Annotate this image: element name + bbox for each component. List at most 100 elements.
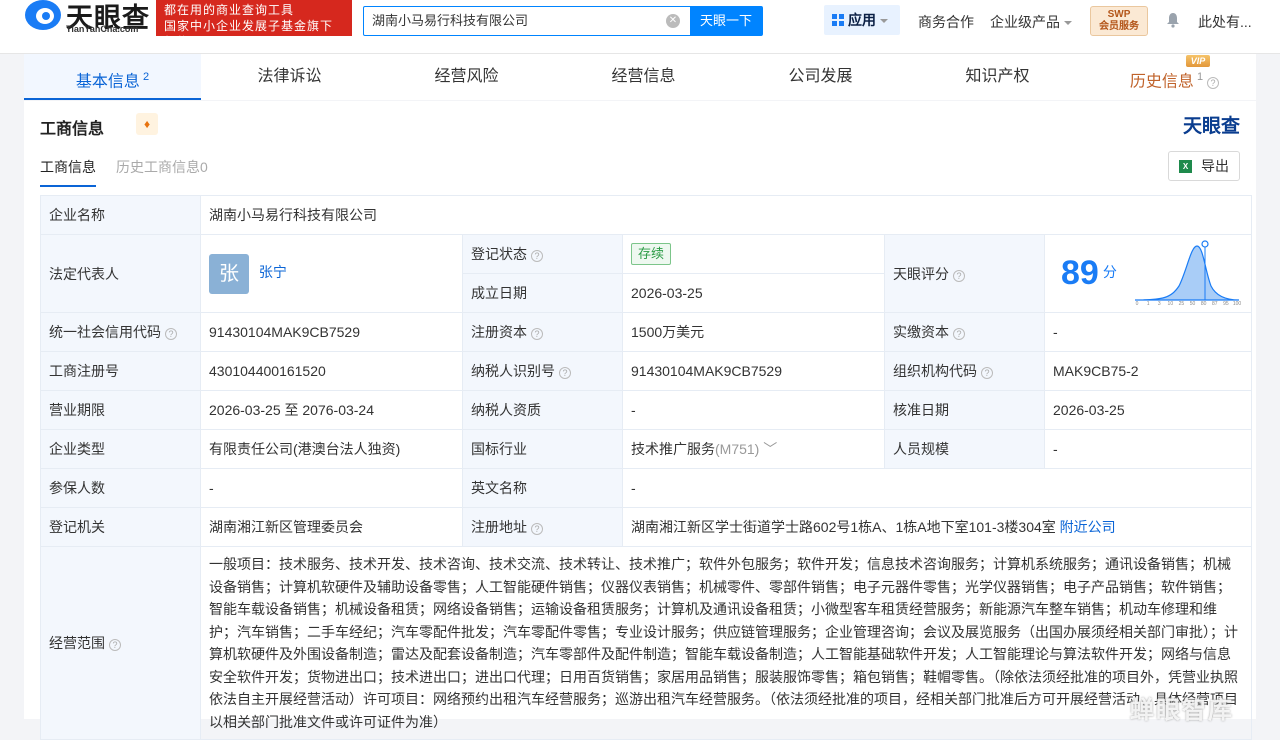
score-marker-dot: [1201, 240, 1209, 248]
chart-tick-label: 80: [1201, 301, 1207, 306]
label-approve-date: 核准日期: [884, 390, 1045, 430]
export-button[interactable]: X 导出: [1168, 151, 1240, 181]
nearby-companies-link[interactable]: 附近公司: [1060, 519, 1116, 535]
credit-code: 91430104MAK9CB7529: [200, 312, 463, 352]
chevron-down-icon: [1064, 21, 1072, 25]
slogan-line-1: 都在用的商业查询工具: [164, 3, 295, 17]
label-text: 登记状态: [471, 246, 527, 262]
industry-cell[interactable]: 技术推广服务(M751) ﹀: [622, 429, 885, 469]
tab-basic-info[interactable]: 基本信息 2: [24, 54, 201, 100]
staff: -: [1044, 429, 1252, 469]
label-company-type: 企业类型: [40, 429, 201, 469]
subtab-history-business-info[interactable]: 历史工商信息0: [116, 157, 208, 177]
avatar: 张: [209, 253, 249, 294]
help-icon[interactable]: ?: [981, 367, 993, 379]
chevron-down-icon[interactable]: ﹀: [763, 441, 777, 457]
business-info-table: 企业名称 湖南小马易行科技有限公司 法定代表人 张 张宁 登记状态? 存续 天眼…: [40, 195, 1252, 740]
tab-legal[interactable]: 法律诉讼: [201, 54, 378, 100]
company-name: 湖南小马易行科技有限公司: [200, 195, 1252, 235]
legal-rep-cell: 张 张宁: [200, 234, 463, 313]
search-input[interactable]: [372, 7, 662, 35]
label-authority: 登记机关: [40, 507, 201, 547]
help-icon[interactable]: ?: [559, 367, 571, 379]
label-taxpayer-qual: 纳税人资质: [462, 390, 623, 430]
label-term: 营业期限: [40, 390, 201, 430]
chevron-down-icon: [880, 19, 888, 23]
label-credit-code: 统一社会信用代码?: [40, 312, 201, 352]
nav-business-cooperation[interactable]: 商务合作: [918, 12, 974, 32]
watermark: 蝉眼智库: [1130, 697, 1234, 724]
label-text: 统一社会信用代码: [49, 324, 161, 340]
table-row: 企业类型 有限责任公司(港澳台法人独资) 国标行业 技术推广服务(M751) ﹀…: [40, 429, 1252, 469]
section-title: 工商信息: [40, 121, 105, 138]
help-icon[interactable]: ?: [165, 328, 177, 340]
help-icon[interactable]: ?: [953, 269, 965, 282]
label-legal-rep: 法定代表人: [40, 234, 201, 313]
table-row: 营业期限 2026-03-25 至 2076-03-24 纳税人资质 - 核准日…: [40, 390, 1252, 430]
clear-icon[interactable]: ✕: [666, 14, 680, 28]
label-english-name: 英文名称: [462, 468, 623, 508]
swp-label: SWP: [1107, 9, 1131, 20]
help-icon[interactable]: ?: [953, 328, 965, 340]
reg-capital: 1500万美元: [622, 312, 885, 352]
label-insured: 参保人数: [40, 468, 201, 508]
score-value: 89: [1061, 254, 1099, 292]
main-tab-bar: 基本信息 2 法律诉讼 经营风险 经营信息 公司发展 知识产权 历史信息 1?: [24, 54, 1256, 100]
chart-tick-label: 100: [1233, 301, 1241, 306]
label-text: 经营范围: [49, 635, 105, 651]
chart-tick-label: 95: [1223, 301, 1229, 306]
tab-count: 2: [142, 71, 150, 83]
score-unit: 分: [1102, 264, 1117, 281]
taxpayer-id: 91430104MAK9CB7529: [622, 351, 885, 391]
org-code: MAK9CB75-2: [1044, 351, 1252, 391]
address: 湖南湘江新区学士街道学士路602号1栋A、1栋A地下室101-3楼304室: [631, 519, 1056, 535]
paid-capital: -: [1044, 312, 1252, 352]
reg-no: 430104400161520: [200, 351, 463, 391]
english-name: -: [622, 468, 1252, 508]
apps-menu-button[interactable]: 应用: [824, 5, 900, 35]
help-icon[interactable]: ?: [109, 639, 121, 651]
nav-enterprise-label: 企业级产品: [990, 14, 1060, 30]
label-staff: 人员规模: [884, 429, 1045, 469]
tab-operating-info[interactable]: 经营信息: [555, 54, 732, 100]
subtab-business-info[interactable]: 工商信息: [40, 157, 96, 187]
label-score: 天眼评分?: [884, 234, 1045, 313]
help-icon: ?: [1207, 77, 1220, 90]
follow-bell-icon[interactable]: ♦: [136, 113, 158, 135]
help-icon[interactable]: ?: [531, 250, 543, 262]
term: 2026-03-25 至 2076-03-24: [200, 390, 463, 430]
swp-sub-label: 会员服务: [1099, 21, 1139, 32]
brand-logo: 天眼查: [1182, 116, 1240, 137]
notification-bell-icon[interactable]: [1166, 12, 1180, 28]
tab-operating-risk[interactable]: 经营风险: [378, 54, 555, 100]
user-menu[interactable]: 此处有...: [1198, 12, 1252, 32]
taxpayer-qual: -: [622, 390, 885, 430]
help-icon[interactable]: ?: [531, 328, 543, 340]
help-icon[interactable]: ?: [531, 523, 543, 535]
table-row: 参保人数 - 英文名称 -: [40, 468, 1252, 508]
top-bar: 天眼查 TianYanCha.com 都在用的商业查询工具 国家中小企业发展子基…: [0, 0, 1280, 54]
slogan-banner: 都在用的商业查询工具 国家中小企业发展子基金旗下机构: [156, 0, 352, 49]
found-date: 2026-03-25: [622, 273, 885, 313]
label-text: 注册地址: [471, 519, 527, 535]
tab-company-development[interactable]: 公司发展: [732, 54, 909, 100]
business-scope: 一般项目：技术服务、技术开发、技术咨询、技术交流、技术转让、技术推广；软件外包服…: [200, 546, 1252, 740]
label-address: 注册地址?: [462, 507, 623, 547]
swp-member-button[interactable]: SWP 会员服务: [1090, 6, 1148, 36]
status-badge: 存续: [631, 243, 672, 265]
table-row: 工商注册号 430104400161520 纳税人识别号? 91430104MA…: [40, 351, 1252, 391]
search-box: ✕ 天眼一下: [363, 6, 763, 36]
chart-curve: [1134, 245, 1240, 301]
slogan-line-2: 国家中小企业发展子基金旗下机构: [164, 19, 334, 49]
label-taxpayer-id: 纳税人识别号?: [462, 351, 623, 391]
export-label: 导出: [1201, 158, 1229, 174]
tab-intellectual-property[interactable]: 知识产权: [909, 54, 1086, 100]
label-company-name: 企业名称: [40, 195, 201, 235]
legal-rep-link[interactable]: 张宁: [259, 264, 287, 280]
logo[interactable]: 天眼查 TianYanCha.com: [24, 0, 152, 38]
tab-history[interactable]: 历史信息 1?: [1086, 54, 1263, 100]
authority: 湖南湘江新区管理委员会: [200, 507, 463, 547]
table-row: 统一社会信用代码? 91430104MAK9CB7529 注册资本? 1500万…: [40, 312, 1252, 352]
search-button[interactable]: 天眼一下: [690, 7, 762, 35]
nav-enterprise-products[interactable]: 企业级产品: [990, 12, 1072, 32]
